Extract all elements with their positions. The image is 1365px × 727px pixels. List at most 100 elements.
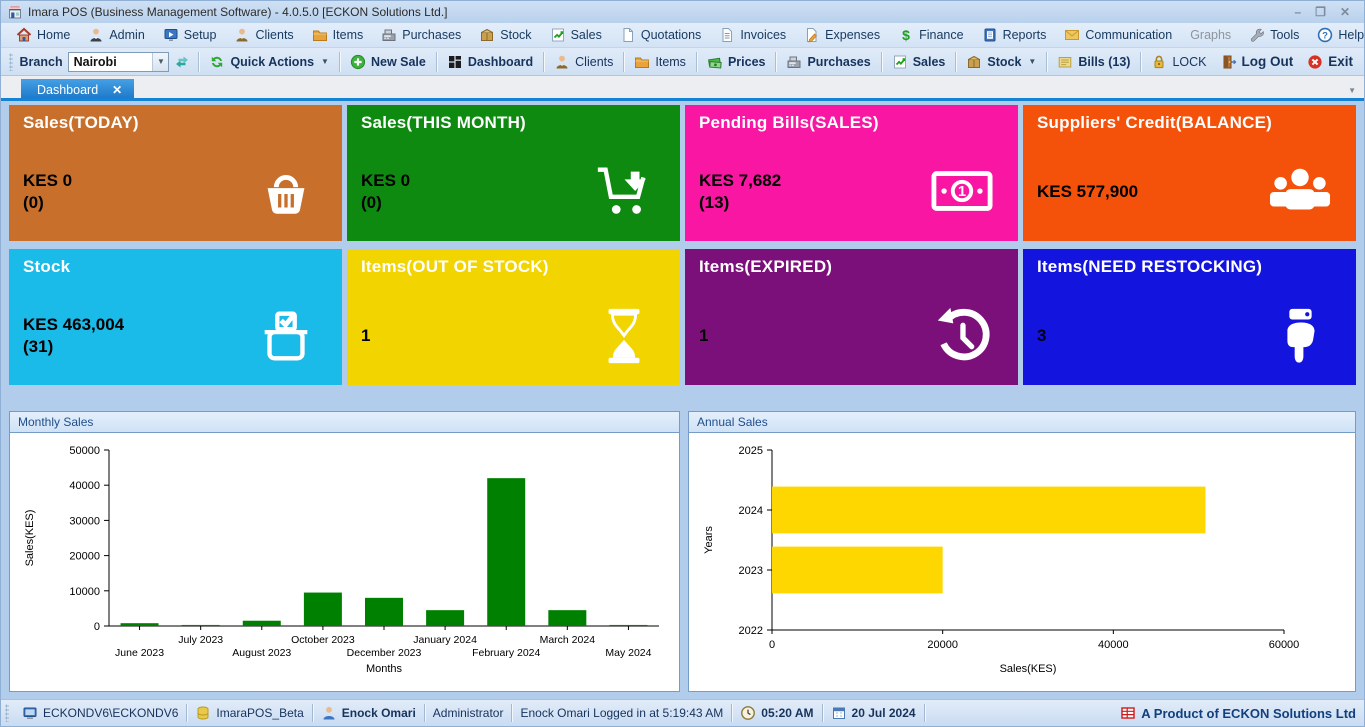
menu-item-invoices[interactable]: Invoices [710,24,795,46]
toolbar-grip[interactable] [9,53,13,71]
app-logo-icon [7,4,23,20]
chevron-down-icon: ▼ [321,57,329,66]
status-bar: ECKONDV6\ECKONDV6ImaraPOS_BetaEnock Omar… [1,699,1364,726]
menu-item-label: Finance [919,28,963,42]
menu-item-quotations[interactable]: Quotations [611,24,710,46]
toolbar-button-log-out[interactable]: Log Out [1214,50,1301,74]
status-segment: Administrator [425,706,512,720]
kpi-card-items-need-restocking[interactable]: Items(NEED RESTOCKING)3 [1023,249,1356,385]
plus-icon [350,54,366,70]
menu-item-stock[interactable]: Stock [470,24,540,46]
menu-item-finance[interactable]: $Finance [889,24,972,46]
card-body: 1 [361,305,666,375]
card-title: Sales(TODAY) [23,113,328,133]
card-title: Items(EXPIRED) [699,257,1004,277]
computer-icon [22,705,38,721]
exit-icon [1307,54,1323,70]
menu-item-graphs[interactable]: Graphs [1181,24,1240,46]
minimize-button[interactable]: – [1294,6,1301,18]
menu-item-expenses[interactable]: Expenses [795,24,889,46]
toolbar-button-clients[interactable]: Clients [547,50,620,74]
toolbar-button-lock[interactable]: LOCK [1144,50,1213,74]
clients-icon [234,27,250,43]
menu-item-label: Help [1338,28,1364,42]
eckon-logo-icon [1120,705,1136,721]
menu-item-home[interactable]: Home [7,24,79,46]
toolbar-separator [1046,52,1047,72]
menu-item-communication[interactable]: Communication [1055,24,1181,46]
clock-icon [740,705,756,721]
svg-text:40000: 40000 [69,480,100,492]
svg-text:Years: Years [703,526,715,554]
status-text: Enock Omari [342,706,416,720]
document-pencil-icon [804,27,820,43]
tab-list-dropdown-icon[interactable]: ▼ [1348,86,1356,95]
branch-dropdown-icon[interactable]: ▼ [152,53,168,71]
menu-item-label: Stock [500,28,531,42]
clients-icon [554,54,570,70]
help-icon: ? [1317,27,1333,43]
kpi-card-sales-today[interactable]: Sales(TODAY)KES 0(0) [9,105,342,241]
svg-text:January 2024: January 2024 [413,634,477,646]
kpi-card-stock[interactable]: StockKES 463,004(31) [9,249,342,385]
kpi-card-items-out-of-stock[interactable]: Items(OUT OF STOCK)1 [347,249,680,385]
basket-icon [250,161,322,223]
card-value: KES 7,682(13) [699,170,781,214]
cart-download-icon [588,161,660,223]
toolbar-button-new-sale[interactable]: New Sale [343,50,433,74]
menu-item-admin[interactable]: Admin [79,24,153,46]
close-button[interactable]: ✕ [1340,6,1350,18]
toolbar-button-purchases[interactable]: Purchases [779,50,877,74]
svg-text:2022: 2022 [739,625,763,637]
menu-item-clients[interactable]: Clients [225,24,302,46]
svg-text:December 2023: December 2023 [346,647,421,659]
toolbar-button-dashboard[interactable]: Dashboard [440,50,540,74]
hand-down-icon [1264,305,1336,367]
svg-text:March 2024: March 2024 [539,634,595,646]
tab-close-icon[interactable]: ✕ [112,85,122,95]
padlock-icon [1151,54,1167,70]
toolbar-button-exit[interactable]: Exit [1300,50,1360,74]
toolbar-button-quick-actions[interactable]: Quick Actions▼ [202,50,336,74]
menu-item-sales[interactable]: Sales [541,24,611,46]
toolbar-button-label: Exit [1328,54,1353,69]
toolbar-button-label: Items [655,55,686,69]
svg-text:0: 0 [769,639,775,651]
status-text: 20 Jul 2024 [852,706,916,720]
branch-select[interactable]: Nairobi ▼ [68,52,170,72]
status-segment: 05:20 AM [732,705,821,721]
menu-item-items[interactable]: Items [303,24,373,46]
card-value: 1 [699,325,708,347]
svg-text:1: 1 [958,184,966,200]
kpi-card-pending-bills-sales[interactable]: Pending Bills(SALES)KES 7,682(13)1 [685,105,1018,241]
toolbar-button-label: Purchases [807,55,870,69]
toolbar-separator [1140,52,1141,72]
card-body: KES 577,900 [1037,161,1342,231]
register-icon [786,54,802,70]
monthly-sales-panel: Monthly Sales 01000020000300004000050000… [9,411,680,692]
kpi-card-sales-this-month[interactable]: Sales(THIS MONTH)KES 0(0) [347,105,680,241]
toolbar-button-bills-13[interactable]: Bills (13) [1050,50,1137,74]
branch-switch-button[interactable] [169,50,195,74]
menu-item-reports[interactable]: Reports [973,24,1056,46]
toolbar-button-stock[interactable]: Stock▼ [959,50,1043,74]
menu-item-help[interactable]: ? Help [1308,24,1365,46]
svg-text:Sales(KES): Sales(KES) [24,510,36,567]
menu-item-tools[interactable]: Tools [1240,24,1308,46]
card-value: 1 [361,325,370,347]
maximize-button[interactable]: ❐ [1315,6,1326,18]
toolbar-separator [339,52,340,72]
tab-dashboard[interactable]: Dashboard ✕ [21,79,134,101]
menu-item-setup[interactable]: Setup [154,24,226,46]
card-title: Suppliers' Credit(BALANCE) [1037,113,1342,133]
svg-text:2023: 2023 [739,565,763,577]
toolbar-button-prices[interactable]: Prices [700,50,773,74]
svg-text:0: 0 [93,621,99,633]
toolbar-button-items[interactable]: Items [627,50,693,74]
menu-item-purchases[interactable]: Purchases [372,24,470,46]
toolbar-button-sales[interactable]: Sales [885,50,953,74]
dashboard-grid-icon [447,54,463,70]
kpi-card-items-expired[interactable]: Items(EXPIRED) 1 [685,249,1018,385]
menu-item-label: Tools [1270,28,1299,42]
kpi-card-suppliers-credit-balance[interactable]: Suppliers' Credit(BALANCE) KES 577,900 [1023,105,1356,241]
